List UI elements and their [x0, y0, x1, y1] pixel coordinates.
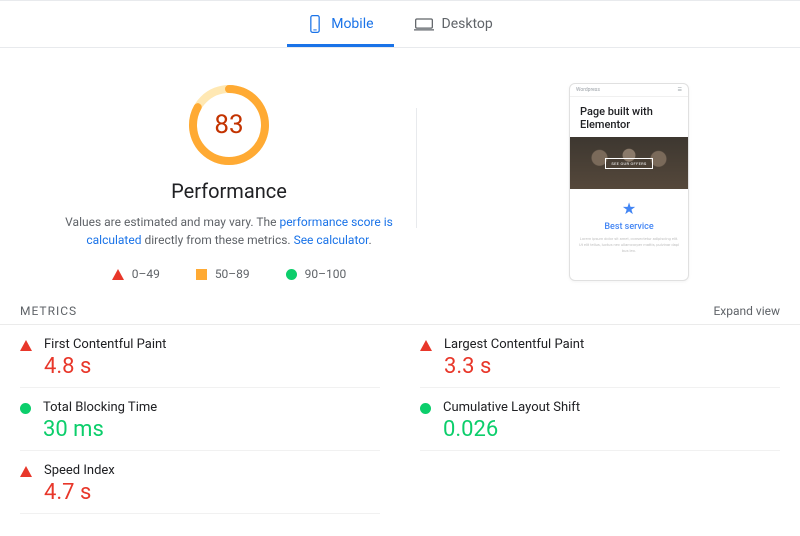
preview-topbar: Wordpress ☰	[570, 84, 688, 97]
performance-gauge: 83	[187, 83, 271, 167]
summary-section: 83 Performance Values are estimated and …	[0, 48, 800, 291]
desc-text: Values are estimated and may vary. The	[65, 215, 279, 229]
preview-hero: SEE OUR OFFERS	[570, 137, 688, 189]
performance-score: 83	[187, 83, 271, 167]
legend-range: 90–100	[305, 267, 347, 281]
tab-mobile-label: Mobile	[331, 16, 373, 32]
page-preview-thumbnail: Wordpress ☰ Page built with Elementor SE…	[569, 83, 689, 281]
star-icon: ★	[570, 189, 688, 222]
metric-cls: Cumulative Layout Shift 0.026	[420, 388, 780, 451]
metrics-label: METRICS	[20, 304, 77, 318]
legend-range: 50–89	[215, 267, 250, 281]
metric-name: Total Blocking Time	[43, 400, 157, 415]
metric-name: Cumulative Layout Shift	[443, 400, 580, 415]
preview-cta: SEE OUR OFFERS	[605, 158, 652, 169]
device-tabs: Mobile Desktop	[0, 0, 800, 48]
mobile-icon	[307, 14, 323, 34]
circle-pass-icon	[20, 403, 31, 414]
preview-lorem: Lorem ipsum dolor sit amet, consectetur …	[570, 232, 688, 264]
triangle-fail-icon	[20, 466, 32, 477]
tab-desktop[interactable]: Desktop	[394, 1, 513, 47]
metrics-header: METRICS Expand view	[0, 297, 800, 325]
square-average-icon	[196, 269, 207, 280]
triangle-fail-icon	[20, 340, 32, 351]
legend-fail: 0–49	[112, 267, 160, 281]
metric-name: First Contentful Paint	[44, 337, 166, 352]
metrics-grid: First Contentful Paint 4.8 s Largest Con…	[0, 325, 800, 514]
score-legend: 0–49 50–89 90–100	[112, 267, 347, 281]
score-column: 83 Performance Values are estimated and …	[20, 83, 438, 281]
desc-text: .	[368, 233, 371, 247]
performance-description: Values are estimated and may vary. The p…	[49, 213, 409, 249]
vertical-divider	[416, 108, 417, 228]
tab-mobile[interactable]: Mobile	[287, 1, 393, 47]
metric-tbt: Total Blocking Time 30 ms	[20, 388, 380, 451]
metric-value: 30 ms	[43, 417, 157, 442]
preview-subtitle: Best service	[570, 222, 688, 232]
metric-lcp: Largest Contentful Paint 3.3 s	[420, 325, 780, 388]
desktop-icon	[414, 16, 434, 32]
triangle-fail-icon	[420, 340, 432, 351]
metric-fcp: First Contentful Paint 4.8 s	[20, 325, 380, 388]
metric-value: 4.8 s	[44, 354, 166, 379]
metric-value: 0.026	[443, 417, 580, 442]
legend-average: 50–89	[196, 267, 250, 281]
performance-title: Performance	[171, 179, 287, 203]
expand-view-toggle[interactable]: Expand view	[713, 304, 780, 318]
hamburger-icon: ☰	[678, 87, 682, 93]
triangle-fail-icon	[112, 269, 124, 280]
desc-text: directly from these metrics.	[141, 233, 293, 247]
metric-value: 3.3 s	[444, 354, 584, 379]
link-see-calculator[interactable]: See calculator	[294, 233, 369, 247]
legend-range: 0–49	[132, 267, 160, 281]
preview-title: Page built with Elementor	[580, 105, 678, 131]
tab-desktop-label: Desktop	[442, 16, 493, 32]
preview-brand: Wordpress	[576, 87, 600, 93]
metric-value: 4.7 s	[44, 480, 115, 505]
circle-pass-icon	[286, 269, 297, 280]
preview-column: Wordpress ☰ Page built with Elementor SE…	[438, 83, 780, 281]
legend-pass: 90–100	[286, 267, 347, 281]
metric-name: Largest Contentful Paint	[444, 337, 584, 352]
circle-pass-icon	[420, 403, 431, 414]
metric-si: Speed Index 4.7 s	[20, 451, 380, 514]
metric-name: Speed Index	[44, 463, 115, 478]
